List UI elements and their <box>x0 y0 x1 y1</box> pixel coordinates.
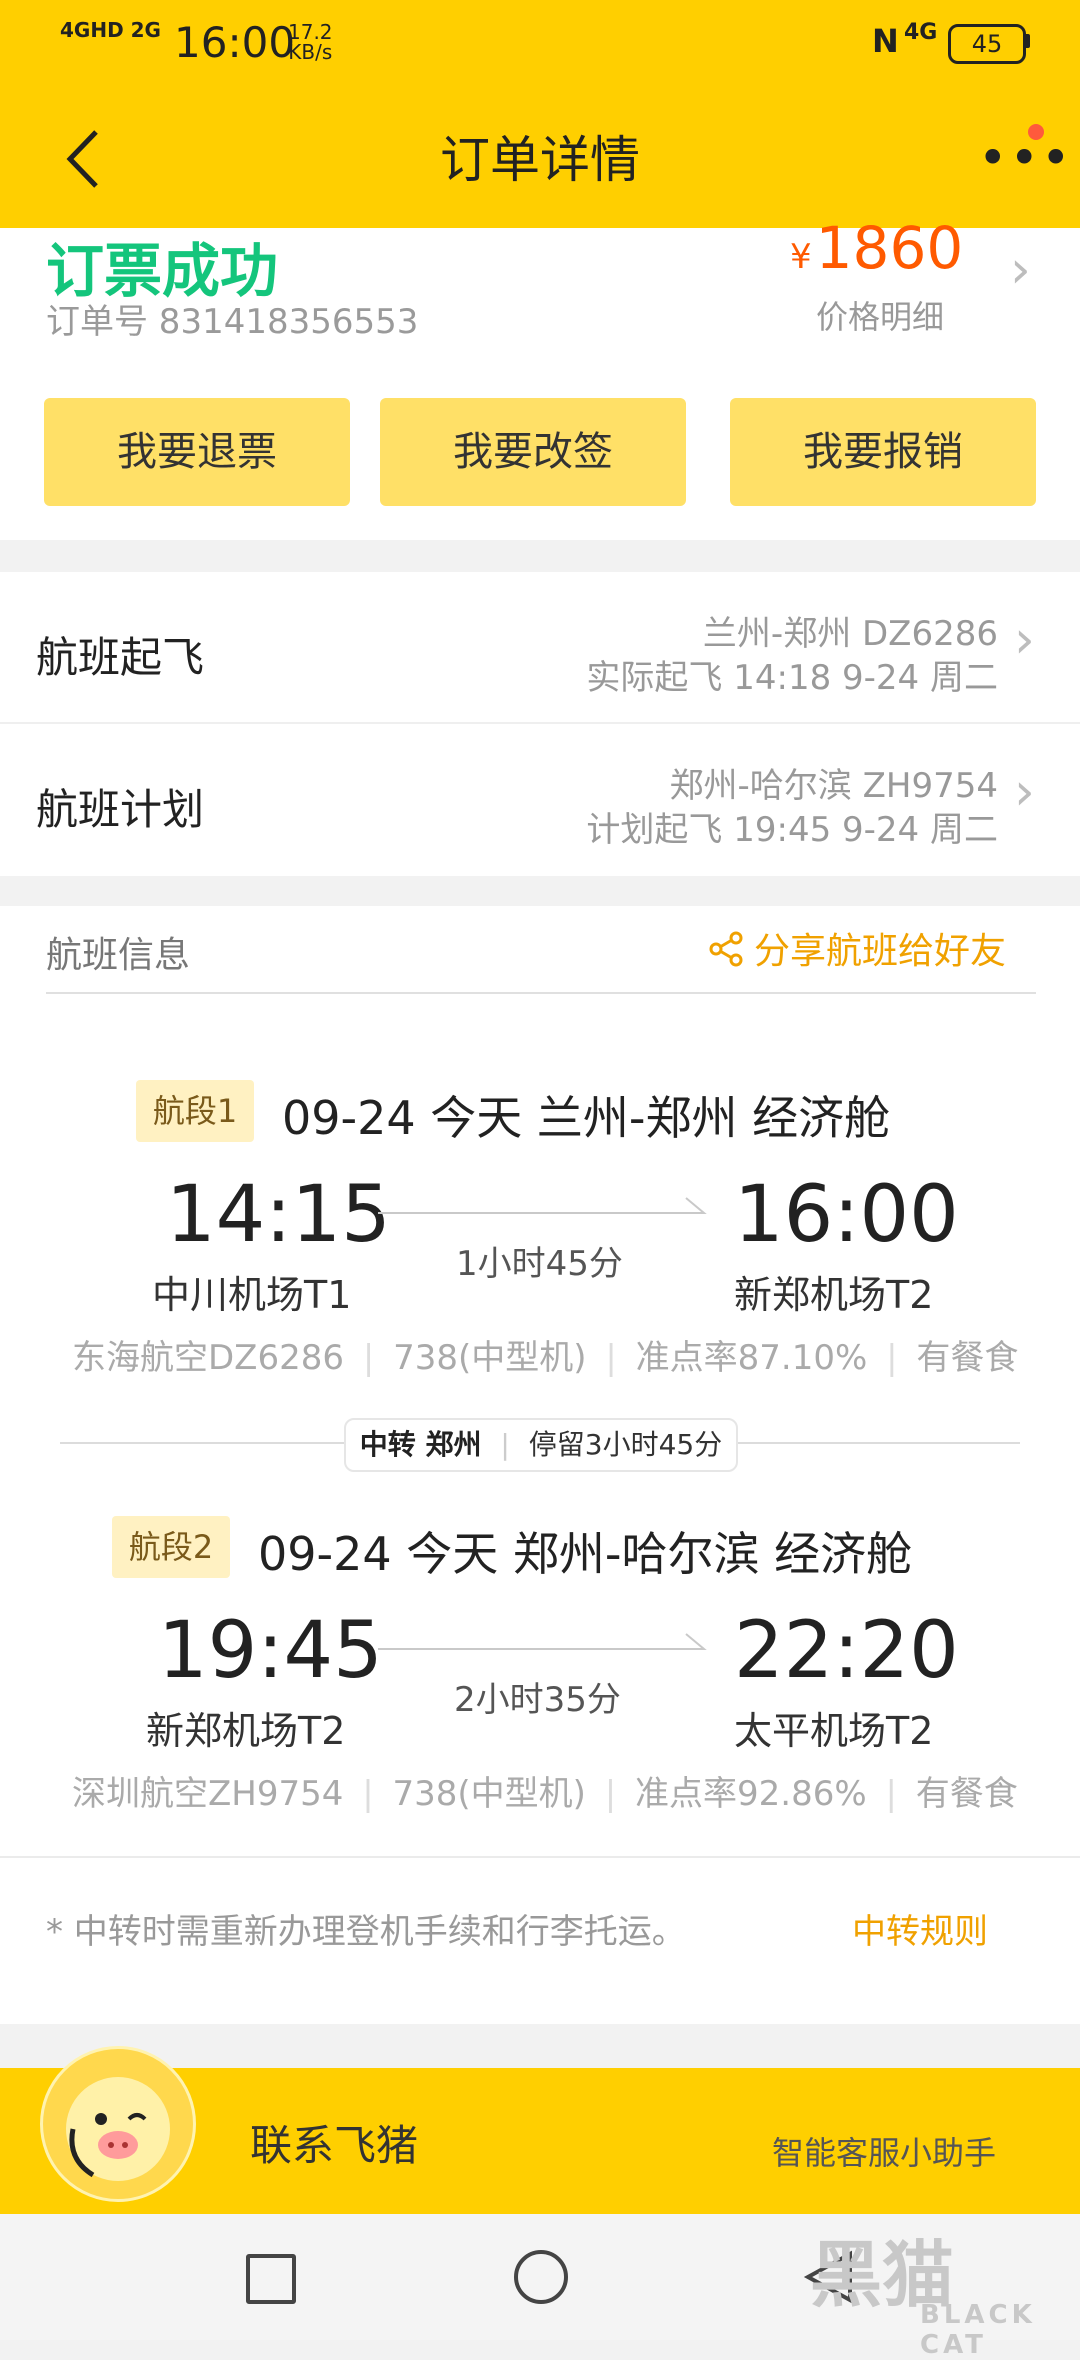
flight-meta: 深圳航空ZH9754 | 738(中型机) | 准点率92.86% | 有餐食 <box>72 1774 1018 1814</box>
share-flight-link[interactable]: 分享航班给好友 <box>708 922 1006 974</box>
flight-duration: 1小时45分 <box>456 1244 623 1284</box>
row-label: 航班起飞 <box>36 633 205 682</box>
arrow-right-icon <box>684 1633 707 1650</box>
notification-dot <box>1028 124 1044 140</box>
change-ticket-button[interactable]: 我要改签 <box>380 398 686 506</box>
battery-icon: 45 <box>948 24 1026 64</box>
airline-flight: 东海航空DZ6286 <box>72 1338 344 1378</box>
price-detail-link[interactable]: 价格明细 <box>816 292 944 338</box>
segment-summary: 09-24 今天 兰州-郑州 经济舱 <box>282 1091 891 1145</box>
nfc-icon: N <box>872 22 899 60</box>
fliggy-mascot-avatar <box>40 2046 196 2202</box>
share-label: 分享航班给好友 <box>754 931 1007 972</box>
airline-flight: 深圳航空ZH9754 <box>72 1774 344 1814</box>
ontime-rate: 准点率87.10% <box>635 1338 868 1378</box>
reimburse-button[interactable]: 我要报销 <box>730 398 1036 506</box>
departure-time: 19:45 <box>158 1606 383 1696</box>
order-number: 订单号 831418356553 <box>46 302 419 342</box>
smart-assistant-label[interactable]: 智能客服小助手 <box>772 2128 996 2174</box>
watermark-text: BLACK CAT <box>920 2300 1036 2360</box>
aircraft-type: 738(中型机) <box>393 1338 587 1378</box>
flight-arrow-line <box>378 1648 704 1650</box>
row-detail: 实际起飞 14:18 9-24 周二 <box>586 658 998 698</box>
departure-airport: 中川机场T1 <box>152 1273 352 1317</box>
ontime-rate: 准点率92.86% <box>635 1774 867 1814</box>
chevron-right-icon[interactable]: › <box>1010 240 1031 300</box>
flight-status-row-takeoff[interactable]: 航班起飞 兰州-郑州 DZ6286 实际起飞 14:18 9-24 周二 › <box>0 572 1080 722</box>
refund-button[interactable]: 我要退票 <box>44 398 350 506</box>
divider <box>0 1856 1080 1858</box>
chevron-right-icon: › <box>1014 610 1035 670</box>
contact-fliggy-label[interactable]: 联系飞猪 <box>250 2112 418 2173</box>
status-time: 16:00 <box>174 18 296 67</box>
segment-summary: 09-24 今天 郑州-哈尔滨 经济舱 <box>258 1527 913 1581</box>
order-price[interactable]: ¥1860 <box>790 214 963 282</box>
speed-value: 17.2 <box>288 20 333 44</box>
row-label: 航班计划 <box>36 785 205 834</box>
speed-unit: KB/s <box>288 40 333 64</box>
flight-meta: 东海航空DZ6286 | 738(中型机) | 准点率87.10% | 有餐食 <box>72 1338 1019 1378</box>
transfer-badge: 中转 郑州 | 停留3小时45分 <box>344 1418 738 1472</box>
transfer-rule-link[interactable]: 中转规则 <box>852 1904 988 1953</box>
segment-badge: 航段1 <box>136 1080 254 1142</box>
meal-info: 有餐食 <box>916 1338 1019 1378</box>
segment-badge: 航段2 <box>112 1516 230 1578</box>
home-button[interactable] <box>514 2250 568 2304</box>
page-title: 订单详情 <box>440 131 640 189</box>
row-route: 兰州-郑州 DZ6286 <box>702 614 998 654</box>
share-icon <box>709 931 743 967</box>
aircraft-type: 738(中型机) <box>392 1774 586 1814</box>
arrival-airport: 太平机场T2 <box>734 1709 934 1753</box>
meal-info: 有餐食 <box>915 1774 1018 1814</box>
network-indicator: 4GHD 2G <box>60 18 161 42</box>
arrival-airport: 新郑机场T2 <box>734 1273 934 1317</box>
row-detail: 计划起飞 19:45 9-24 周二 <box>586 810 998 850</box>
row-route: 郑州-哈尔滨 ZH9754 <box>669 766 998 806</box>
flight-info-title: 航班信息 <box>46 935 191 976</box>
chevron-right-icon: › <box>1014 762 1035 822</box>
network-speed: 17.2 KB/s <box>288 22 333 62</box>
price-value: 1860 <box>815 214 964 282</box>
more-menu-button[interactable]: ••• <box>978 133 1072 183</box>
arrival-time: 22:20 <box>734 1606 959 1696</box>
departure-airport: 新郑机场T2 <box>146 1709 346 1753</box>
flight-segment-2[interactable]: 航段2 09-24 今天 郑州-哈尔滨 经济舱 19:45 新郑机场T2 2小时… <box>0 1496 1080 1816</box>
transfer-stay: 停留3小时45分 <box>528 1428 723 1461</box>
departure-time: 14:15 <box>166 1170 391 1260</box>
status-bar: 4GHD 2G 16:00 17.2 KB/s N 4G 45 <box>0 0 1080 80</box>
pig-mascot-icon <box>66 2077 170 2181</box>
signal-4g-icon: 4G <box>904 20 938 45</box>
more-dots-icon: ••• <box>978 129 1073 187</box>
divider <box>46 992 1036 994</box>
transfer-notice: * 中转时需重新办理登机手续和行李托运。 <box>46 1912 686 1952</box>
arrow-right-icon <box>684 1197 707 1214</box>
flight-segment-1[interactable]: 航段1 09-24 今天 兰州-郑州 经济舱 14:15 中川机场T1 1小时4… <box>0 1060 1080 1380</box>
flight-status-row-plan[interactable]: 航班计划 郑州-哈尔滨 ZH9754 计划起飞 19:45 9-24 周二 › <box>0 724 1080 874</box>
flight-arrow-line <box>378 1212 704 1214</box>
recent-apps-button[interactable] <box>246 2254 296 2304</box>
flight-duration: 2小时35分 <box>454 1680 621 1720</box>
currency-symbol: ¥ <box>790 237 812 277</box>
battery-tip <box>1024 34 1030 48</box>
transfer-city: 中转 郑州 <box>359 1428 482 1461</box>
arrival-time: 16:00 <box>734 1170 959 1260</box>
